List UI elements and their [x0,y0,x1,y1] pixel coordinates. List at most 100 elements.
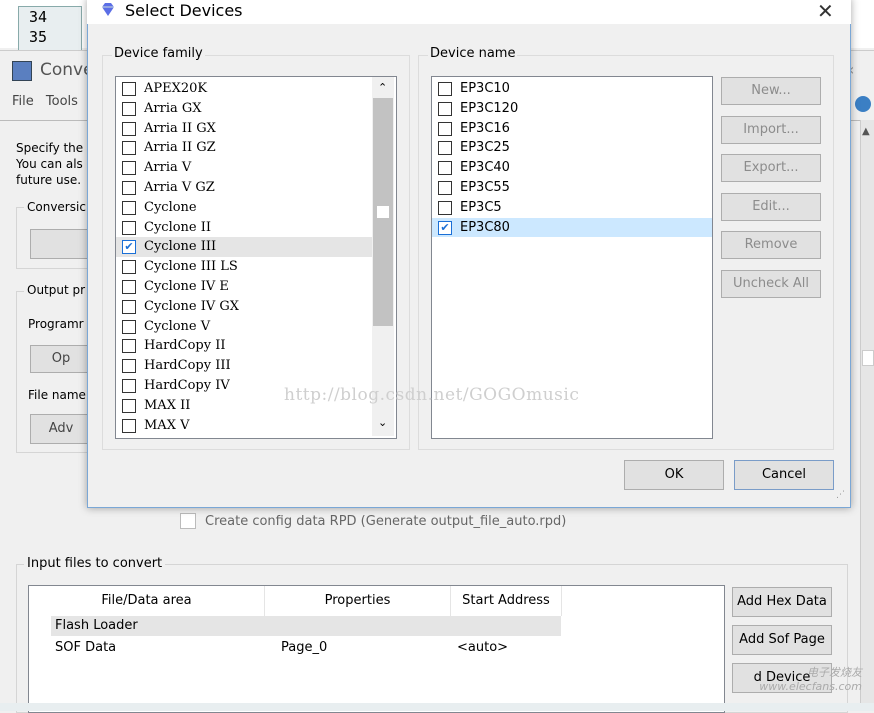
list-item[interactable]: Cyclone II [116,218,372,238]
list-item[interactable]: APEX20K [116,79,372,99]
list-item[interactable]: Cyclone [116,198,372,218]
checkbox[interactable] [122,378,136,393]
input-files-label: Input files to convert [24,556,166,571]
uncheck-all-button[interactable]: Uncheck All [721,270,821,298]
output-group-label: Output pr [24,283,89,297]
menu-bar: File Tools [12,94,78,109]
list-item[interactable]: EP3C10 [432,79,712,99]
scroll-up-chevron-icon[interactable]: ⌃ [378,81,387,94]
list-item[interactable]: EP3C25 [432,138,712,158]
scroll-thumb[interactable] [862,350,874,366]
advanced-button[interactable]: Adv [30,414,92,444]
list-item[interactable]: Arria V [116,158,372,178]
options-button[interactable]: Op [30,345,92,373]
remove-button[interactable]: Remove [721,231,821,259]
create-rpd-checkbox[interactable] [180,513,196,529]
checkbox[interactable] [122,200,136,215]
column-header-start-address[interactable]: Start Address [451,586,562,616]
list-item[interactable]: EP3C5 [432,198,712,218]
add-hex-data-button[interactable]: Add Hex Data [732,587,832,617]
checkbox[interactable] [122,161,136,176]
checkbox-checked[interactable]: ✔ [438,220,452,235]
scroll-down-chevron-icon[interactable]: ⌄ [378,416,387,429]
bottom-strip [0,703,874,711]
device-family-label: Device family [112,46,205,61]
checkbox[interactable] [438,121,452,136]
checkbox[interactable] [122,319,136,334]
checkbox[interactable] [438,101,452,116]
checkbox[interactable] [122,220,136,235]
convert-window-title: Conve [40,60,94,80]
checkbox[interactable] [122,398,136,413]
list-item[interactable]: Cyclone III LS [116,257,372,277]
column-header-file[interactable]: File/Data area [29,586,265,616]
list-item-selected[interactable]: ✔ Cyclone III [116,237,372,258]
table-cell-file: SOF Data [55,640,117,655]
checkbox[interactable] [438,82,452,96]
checkbox[interactable] [122,359,136,374]
resize-grip-icon[interactable]: ⋰ [836,490,845,500]
dialog-title: Select Devices [125,1,243,20]
list-item-selected[interactable]: ✔ EP3C80 [432,217,712,238]
list-item[interactable]: Cyclone IV GX [116,297,372,317]
checkbox[interactable] [122,279,136,294]
checkbox[interactable] [122,180,136,195]
column-header-properties[interactable]: Properties [265,586,451,616]
list-item[interactable]: EP3C40 [432,158,712,178]
checkbox[interactable] [438,161,452,176]
input-files-table[interactable]: File/Data area Properties Start Address … [28,585,725,713]
ok-button[interactable]: OK [624,460,724,490]
menu-tools[interactable]: Tools [46,94,78,109]
checkbox[interactable] [438,141,452,156]
export-button[interactable]: Export... [721,154,821,182]
list-item[interactable]: MAX V [116,416,372,436]
watermark-text: http://blog.csdn.net/GOGOmusic [284,385,580,405]
list-item[interactable]: Arria II GZ [116,138,372,158]
table-cell-properties: Page_0 [281,640,328,655]
list-item[interactable]: EP3C120 [432,99,712,119]
create-rpd-label: Create config data RPD (Generate output_… [205,514,567,529]
window-scrollbar[interactable] [860,120,874,711]
list-item[interactable]: Cyclone V [116,317,372,337]
device-diamond-icon [100,3,116,17]
checkbox[interactable] [438,180,452,195]
checkbox[interactable] [122,121,136,136]
new-button[interactable]: New... [721,77,821,105]
list-item[interactable]: HardCopy II [116,336,372,356]
conversion-button[interactable] [30,229,92,259]
scroll-grip [377,206,389,218]
programming-label: Programr [28,317,84,331]
file-name-label: File name [28,388,86,402]
edit-button[interactable]: Edit... [721,193,821,221]
table-cell-address: <auto> [457,640,509,655]
list-item[interactable]: EP3C55 [432,178,712,198]
cancel-button[interactable]: Cancel [734,460,834,490]
scroll-up-icon[interactable]: ▲ [862,126,870,137]
checkbox[interactable] [122,260,136,275]
menu-file[interactable]: File [12,94,34,109]
checkbox[interactable] [122,418,136,433]
checkbox[interactable] [122,299,136,314]
checkbox-checked[interactable]: ✔ [122,240,136,255]
list-item[interactable]: Cyclone IV E [116,277,372,297]
globe-icon[interactable] [855,96,871,112]
line-number: 35 [29,28,48,46]
checkbox[interactable] [438,200,452,215]
list-item[interactable]: HardCopy III [116,356,372,376]
list-item[interactable]: Arria V GZ [116,178,372,198]
checkbox[interactable] [122,101,136,116]
checkbox[interactable] [122,339,136,354]
table-cell-file: Flash Loader [55,618,138,633]
elecfans-logo: 电子发烧友 www.elecfans.com [759,666,862,693]
line-number: 34 [29,8,48,26]
checkbox[interactable] [122,141,136,156]
close-icon[interactable]: ✕ [817,0,834,23]
list-item[interactable]: EP3C16 [432,119,712,139]
device-name-label: Device name [428,46,518,61]
checkbox[interactable] [122,82,136,96]
import-button[interactable]: Import... [721,116,821,144]
list-item[interactable]: Arria GX [116,99,372,119]
list-item[interactable]: Arria II GX [116,119,372,139]
code-editor-gutter: 34 35 [18,6,82,52]
add-sof-page-button[interactable]: Add Sof Page [732,625,832,655]
